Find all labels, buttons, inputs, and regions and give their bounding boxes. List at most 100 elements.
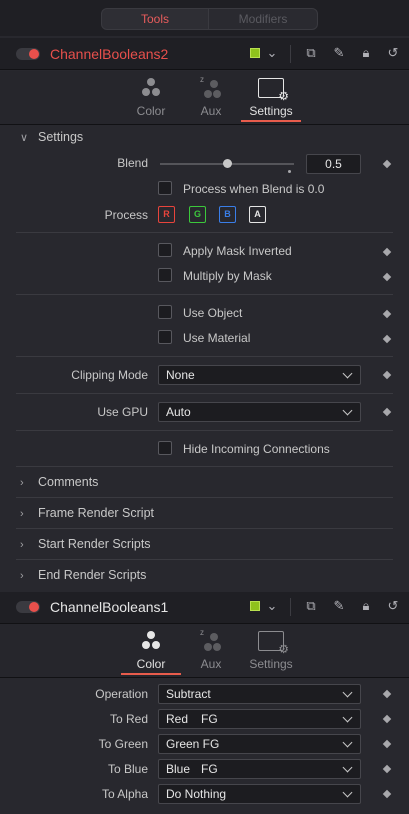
- multiply-by-mask-label: Multiply by Mask: [183, 269, 272, 283]
- diamond-keyframe-icon[interactable]: [382, 739, 392, 749]
- channel-b-button[interactable]: B: [219, 206, 236, 223]
- tab-label: Aux: [200, 104, 222, 118]
- hide-incoming-checkbox[interactable]: [158, 441, 172, 455]
- diamond-keyframe-icon[interactable]: [382, 764, 392, 774]
- to-green-dropdown[interactable]: Green FG: [158, 734, 361, 754]
- blend-input[interactable]: 0.5: [306, 154, 361, 174]
- dropdown-value: Green FG: [166, 737, 220, 751]
- divider: [16, 232, 393, 233]
- dropdown-value: Do Nothing: [166, 787, 227, 801]
- apply-mask-inverted-checkbox[interactable]: [158, 243, 172, 257]
- settings-section-header[interactable]: ∨ Settings: [20, 130, 83, 144]
- process-when-blend-checkbox[interactable]: [158, 181, 172, 195]
- use-object-checkbox[interactable]: [158, 305, 172, 319]
- use-material-checkbox[interactable]: [158, 330, 172, 344]
- node2-tab-color[interactable]: Color: [121, 625, 181, 671]
- versions-icon[interactable]: ⧉: [302, 599, 320, 613]
- pin-icon[interactable]: ✎: [330, 46, 348, 60]
- divider: [16, 356, 393, 357]
- diamond-keyframe-icon[interactable]: [382, 309, 392, 319]
- divider: [16, 430, 393, 431]
- chevron-down-icon: ∨: [20, 132, 29, 144]
- dropdown-value: Auto: [166, 405, 191, 419]
- node2-tab-aux[interactable]: z Aux: [181, 625, 241, 671]
- frame-render-script-header[interactable]: › Frame Render Script: [20, 506, 154, 520]
- use-gpu-label: Use GPU: [97, 405, 148, 419]
- diamond-keyframe-icon[interactable]: [382, 714, 392, 724]
- aux-icon: z: [200, 75, 222, 100]
- start-render-scripts-header[interactable]: › Start Render Scripts: [20, 537, 151, 551]
- divider: [290, 598, 291, 616]
- diamond-keyframe-icon[interactable]: [382, 407, 392, 417]
- reset-icon[interactable]: ↺: [384, 599, 402, 613]
- divider: [16, 497, 393, 498]
- node1-tab-color[interactable]: Color: [121, 72, 181, 118]
- chevron-down-icon: [342, 712, 353, 723]
- channel-r-button[interactable]: R: [158, 206, 175, 223]
- diamond-keyframe-icon[interactable]: [382, 159, 392, 169]
- diamond-keyframe-icon[interactable]: [382, 370, 392, 380]
- node1-name[interactable]: ChannelBooleans2: [50, 45, 168, 63]
- operation-dropdown[interactable]: Subtract: [158, 684, 361, 704]
- default-marker: [288, 170, 291, 173]
- divider: [290, 45, 291, 63]
- channel-a-button[interactable]: A: [249, 206, 266, 223]
- process-label: Process: [104, 208, 148, 222]
- node1-tab-settings[interactable]: ⚙ Settings: [241, 72, 301, 118]
- diamond-keyframe-icon[interactable]: [382, 689, 392, 699]
- chevron-right-icon: ›: [20, 570, 24, 582]
- chevron-down-icon: [342, 405, 353, 416]
- clipping-mode-dropdown[interactable]: None: [158, 365, 361, 385]
- dropdown-value-suffix: FG: [201, 712, 218, 726]
- chevron-down-icon[interactable]: ⌄: [263, 46, 281, 60]
- lock-icon[interactable]: 🔒︎: [357, 46, 375, 60]
- diamond-keyframe-icon[interactable]: [382, 247, 392, 257]
- to-red-dropdown[interactable]: Red FG: [158, 709, 361, 729]
- reset-icon[interactable]: ↺: [384, 46, 402, 60]
- lock-icon[interactable]: 🔒︎: [357, 599, 375, 613]
- chevron-down-icon: [342, 762, 353, 773]
- use-gpu-dropdown[interactable]: Auto: [158, 402, 361, 422]
- end-render-scripts-header[interactable]: › End Render Scripts: [20, 568, 146, 582]
- diamond-keyframe-icon[interactable]: [382, 272, 392, 282]
- divider: [16, 528, 393, 529]
- pin-icon[interactable]: ✎: [330, 599, 348, 613]
- node2-enable-toggle-icon[interactable]: [16, 601, 40, 613]
- chevron-down-icon: [342, 737, 353, 748]
- divider: [16, 294, 393, 295]
- to-green-label: To Green: [98, 737, 148, 751]
- blend-slider-knob[interactable]: [223, 159, 232, 168]
- to-blue-dropdown[interactable]: Blue FG: [158, 759, 361, 779]
- to-alpha-label: To Alpha: [101, 787, 148, 801]
- diamond-keyframe-icon[interactable]: [382, 334, 392, 344]
- tab-label: Settings: [249, 657, 293, 671]
- versions-icon[interactable]: ⧉: [302, 46, 320, 60]
- dropdown-value: Subtract: [166, 687, 211, 701]
- blend-label: Blend: [117, 156, 148, 170]
- chevron-right-icon: ›: [20, 539, 24, 551]
- operation-label: Operation: [95, 687, 148, 701]
- diamond-keyframe-icon[interactable]: [382, 789, 392, 799]
- node1-color-swatch[interactable]: [250, 48, 260, 58]
- chevron-down-icon[interactable]: ⌄: [263, 599, 281, 613]
- node2-name[interactable]: ChannelBooleans1: [50, 598, 168, 616]
- color-icon: [140, 631, 162, 653]
- tab-label: Settings: [249, 104, 293, 118]
- node1-enable-toggle-icon[interactable]: [16, 48, 40, 60]
- node1-tab-aux[interactable]: z Aux: [181, 72, 241, 118]
- section-title: Settings: [38, 130, 84, 144]
- multiply-by-mask-checkbox[interactable]: [158, 268, 172, 282]
- comments-section-header[interactable]: › Comments: [20, 475, 98, 489]
- divider: [16, 466, 393, 467]
- to-alpha-dropdown[interactable]: Do Nothing: [158, 784, 361, 804]
- node2-tab-settings[interactable]: ⚙ Settings: [241, 625, 301, 671]
- dropdown-value: Blue: [166, 762, 191, 776]
- hide-incoming-label: Hide Incoming Connections: [183, 442, 330, 456]
- node2-color-swatch[interactable]: [250, 601, 260, 611]
- chevron-down-icon: [342, 687, 353, 698]
- chevron-right-icon: ›: [20, 508, 24, 520]
- tab-modifiers[interactable]: Modifiers: [208, 8, 318, 30]
- channel-g-button[interactable]: G: [189, 206, 206, 223]
- chevron-down-icon: [342, 787, 353, 798]
- tab-tools[interactable]: Tools: [101, 8, 209, 30]
